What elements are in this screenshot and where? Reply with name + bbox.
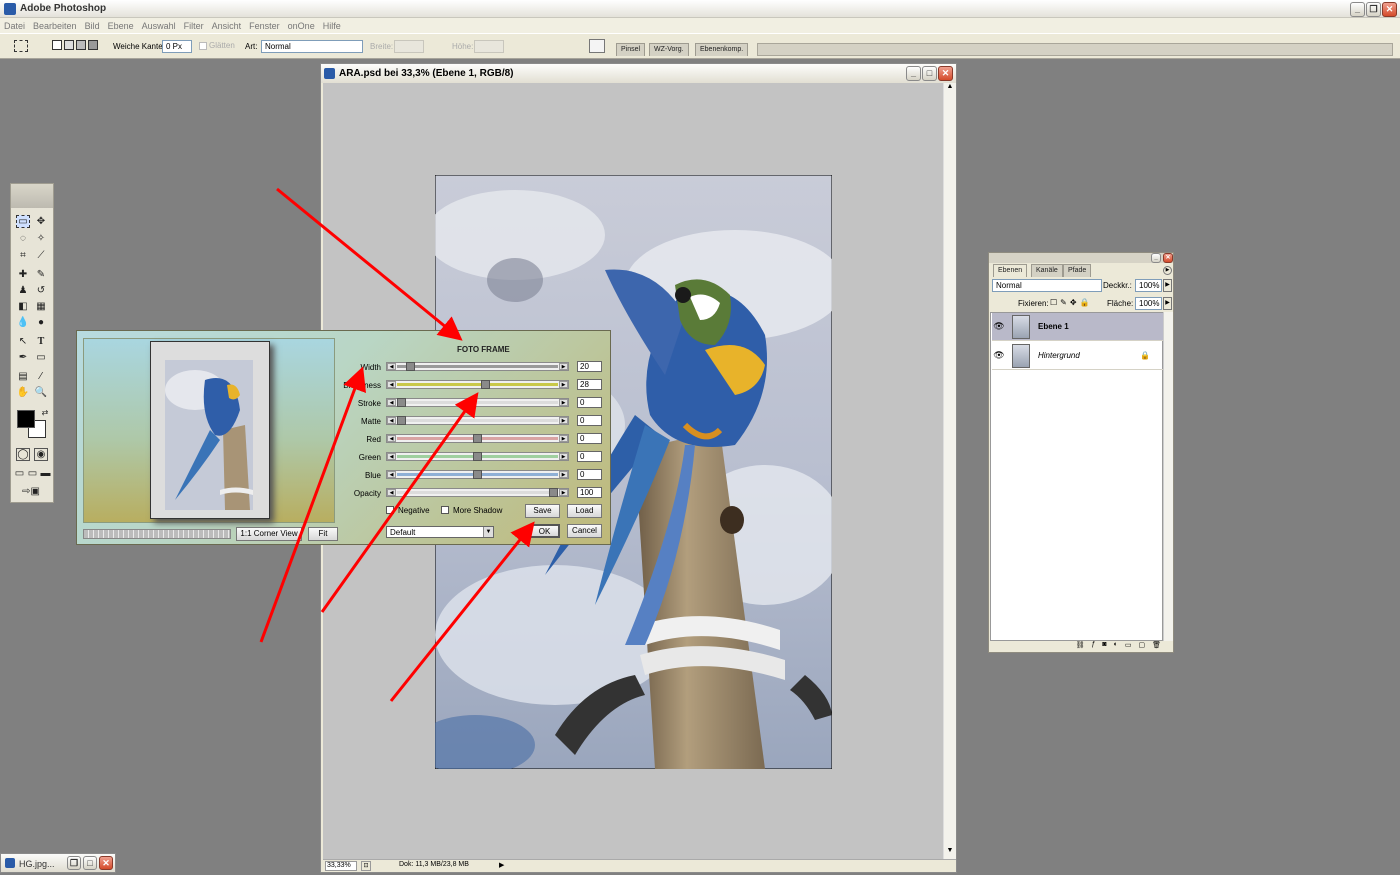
annotation-arrow [389, 521, 535, 702]
annotation-arrow [259, 366, 367, 643]
annotation-arrows [259, 187, 535, 702]
annotation-arrow [276, 187, 463, 341]
annotation-arrow [320, 392, 479, 613]
